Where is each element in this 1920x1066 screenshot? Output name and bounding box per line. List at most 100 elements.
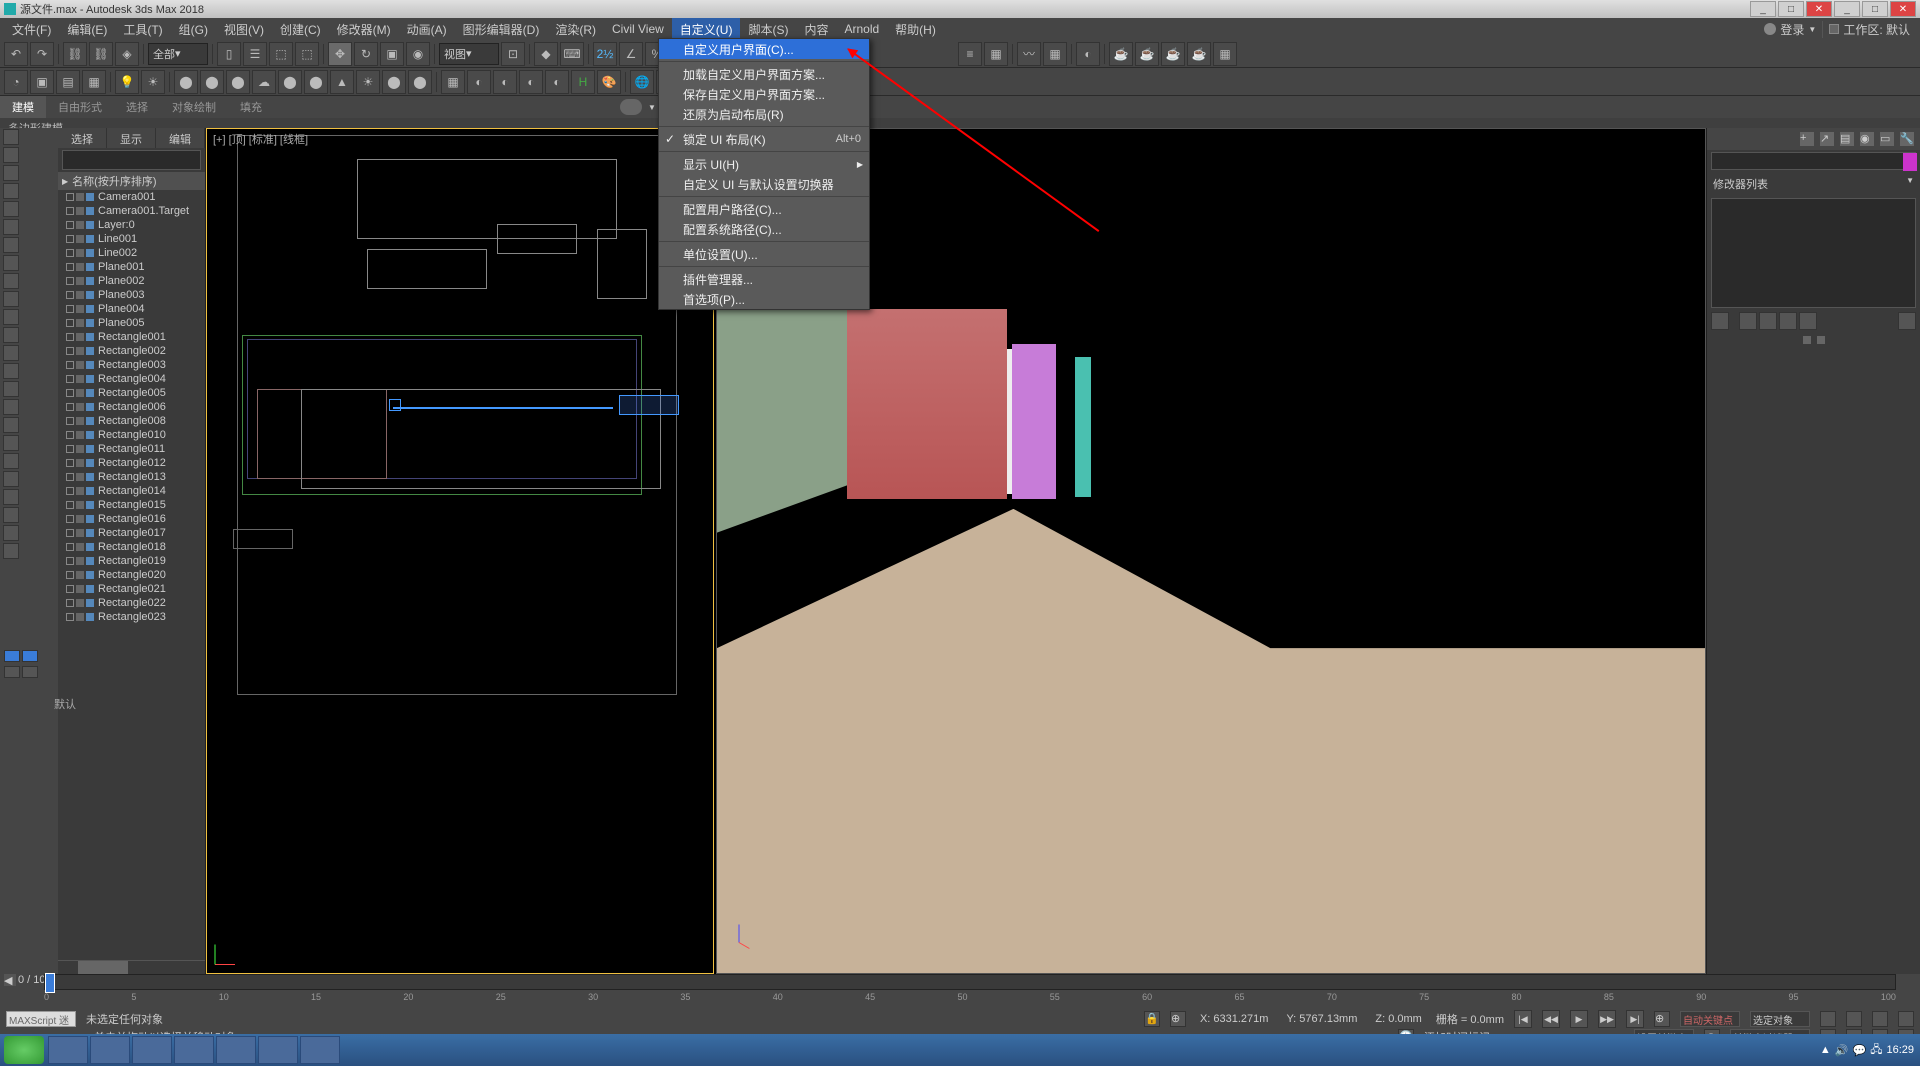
scene-item[interactable]: Rectangle020 bbox=[58, 568, 205, 582]
scene-item[interactable]: Plane001 bbox=[58, 260, 205, 274]
left-tool-button[interactable] bbox=[3, 147, 19, 163]
left-tool-button[interactable] bbox=[3, 471, 19, 487]
left-tool-button[interactable] bbox=[3, 165, 19, 181]
scene-item[interactable]: Line001 bbox=[58, 232, 205, 246]
scene-hscroll[interactable] bbox=[58, 960, 205, 974]
left-tool-button[interactable] bbox=[3, 525, 19, 541]
menu-item[interactable]: Arnold bbox=[836, 18, 887, 40]
lock-icon[interactable]: 🔒 bbox=[1144, 1011, 1160, 1027]
login-button[interactable]: 登录 ▼ bbox=[1758, 21, 1822, 38]
menu-item[interactable]: 自定义(U) bbox=[672, 18, 741, 40]
geo10[interactable]: ⬤ bbox=[408, 70, 432, 94]
taskbar-app[interactable] bbox=[174, 1036, 214, 1064]
mat1[interactable]: ▦ bbox=[441, 70, 465, 94]
left-tool-button[interactable] bbox=[3, 363, 19, 379]
scene-item[interactable]: Rectangle004 bbox=[58, 372, 205, 386]
frame-back-button[interactable]: ◀ bbox=[4, 974, 16, 986]
tray-icon[interactable]: 🔊 bbox=[1835, 1044, 1849, 1057]
config-icon[interactable] bbox=[1799, 312, 1817, 330]
menu-item[interactable]: 视图(V) bbox=[216, 18, 272, 40]
scene-item[interactable]: Rectangle017 bbox=[58, 526, 205, 540]
left-tool-button[interactable] bbox=[3, 381, 19, 397]
scene-item[interactable]: Rectangle012 bbox=[58, 456, 205, 470]
taskbar-app[interactable] bbox=[90, 1036, 130, 1064]
left-tool-button[interactable] bbox=[3, 345, 19, 361]
dropdown-item[interactable]: 加载自定义用户界面方案... bbox=[659, 64, 869, 84]
dropdown-item[interactable]: 插件管理器... bbox=[659, 269, 869, 289]
dropdown-item[interactable]: 首选项(P)... bbox=[659, 289, 869, 309]
viewport-layout-mini[interactable] bbox=[4, 650, 42, 680]
scene-item[interactable]: Rectangle021 bbox=[58, 582, 205, 596]
dropdown-item[interactable]: 显示 UI(H)▶ bbox=[659, 154, 869, 174]
workspace-selector[interactable]: 工作区: 默认 bbox=[1822, 21, 1916, 38]
scene-item[interactable]: Plane003 bbox=[58, 288, 205, 302]
link-button[interactable]: ⛓ bbox=[63, 42, 87, 66]
scene-item[interactable]: Plane002 bbox=[58, 274, 205, 288]
taskbar-app[interactable] bbox=[132, 1036, 172, 1064]
brush2[interactable]: ▣ bbox=[30, 70, 54, 94]
geo9[interactable]: ⬤ bbox=[382, 70, 406, 94]
scene-item[interactable]: Line002 bbox=[58, 246, 205, 260]
scene-item[interactable]: Camera001 bbox=[58, 190, 205, 204]
selected-obj-dropdown[interactable]: 选定对象 bbox=[1750, 1011, 1810, 1027]
window-crossing-button[interactable]: ⬚ bbox=[295, 42, 319, 66]
left-tool-button[interactable] bbox=[3, 219, 19, 235]
mat6[interactable]: H bbox=[571, 70, 595, 94]
select-name-button[interactable]: ☰ bbox=[243, 42, 267, 66]
scene-item[interactable]: Camera001.Target bbox=[58, 204, 205, 218]
time-slider[interactable] bbox=[44, 974, 1896, 990]
dropdown-item[interactable]: 还原为启动布局(R) bbox=[659, 104, 869, 124]
motion-tab-icon[interactable]: ◉ bbox=[1860, 132, 1874, 146]
menu-item[interactable]: 内容 bbox=[796, 18, 836, 40]
goto-end-button[interactable]: ▶| bbox=[1626, 1010, 1644, 1028]
scene-item[interactable]: Rectangle006 bbox=[58, 400, 205, 414]
nav-button2[interactable] bbox=[1846, 1011, 1862, 1027]
viewport-label[interactable]: [+] [顶] [标准] [线框] bbox=[213, 131, 308, 147]
render-setup-button[interactable]: ☕ bbox=[1109, 42, 1133, 66]
modifier-list-dropdown[interactable]: 修改器列表▼ bbox=[1707, 172, 1920, 196]
schematic-button[interactable]: ▦ bbox=[1043, 42, 1067, 66]
left-tool-button[interactable] bbox=[3, 327, 19, 343]
unlink-button[interactable]: ⛓ bbox=[89, 42, 113, 66]
brush3[interactable]: ▤ bbox=[56, 70, 80, 94]
minimize-button-2[interactable]: _ bbox=[1834, 1, 1860, 17]
align-button[interactable]: ≡ bbox=[958, 42, 982, 66]
start-button[interactable] bbox=[4, 1036, 44, 1064]
menu-item[interactable]: 动画(A) bbox=[399, 18, 455, 40]
left-tool-button[interactable] bbox=[3, 399, 19, 415]
menu-item[interactable]: 组(G) bbox=[171, 18, 216, 40]
handle-icon[interactable] bbox=[1817, 336, 1825, 344]
nav-button3[interactable] bbox=[1872, 1011, 1888, 1027]
dropdown-item[interactable]: 自定义 UI 与默认设置切换器 bbox=[659, 174, 869, 194]
object-name-input[interactable] bbox=[1711, 152, 1916, 170]
light1[interactable]: 💡 bbox=[115, 70, 139, 94]
menu-item[interactable]: 创建(C) bbox=[272, 18, 329, 40]
create-tab-icon[interactable]: + bbox=[1800, 132, 1814, 146]
key-mode-button[interactable]: ⊕ bbox=[1654, 1011, 1670, 1027]
dropdown-item[interactable]: 配置系统路径(C)... bbox=[659, 219, 869, 239]
left-tool-button[interactable] bbox=[3, 489, 19, 505]
geo3[interactable]: ⬤ bbox=[226, 70, 250, 94]
scene-item[interactable]: Rectangle018 bbox=[58, 540, 205, 554]
menu-item[interactable]: 脚本(S) bbox=[740, 18, 796, 40]
render-button[interactable]: ☕ bbox=[1161, 42, 1185, 66]
toggle-switch[interactable] bbox=[620, 99, 642, 115]
restore-button-2[interactable]: □ bbox=[1862, 1, 1888, 17]
maxscript-listener[interactable]: MAXScript 迷 bbox=[6, 1011, 76, 1027]
minimize-button[interactable]: _ bbox=[1750, 1, 1776, 17]
scene-item[interactable]: Rectangle023 bbox=[58, 610, 205, 624]
xyz-icon[interactable]: ⊕ bbox=[1170, 1011, 1186, 1027]
mat5[interactable]: ◐ bbox=[545, 70, 569, 94]
make-unique-icon[interactable] bbox=[1759, 312, 1777, 330]
snap-toggle[interactable]: 2½ bbox=[593, 42, 617, 66]
filter-dropdown[interactable]: 全部 ▾ bbox=[148, 43, 208, 65]
time-marker[interactable] bbox=[45, 973, 55, 993]
left-tool-button[interactable] bbox=[3, 183, 19, 199]
layer-button[interactable]: ▦ bbox=[984, 42, 1008, 66]
scene-item[interactable]: Rectangle002 bbox=[58, 344, 205, 358]
scale-button[interactable]: ▣ bbox=[380, 42, 404, 66]
scene-item[interactable]: Rectangle019 bbox=[58, 554, 205, 568]
nav-button1[interactable] bbox=[1820, 1011, 1836, 1027]
geo5[interactable]: ⬤ bbox=[278, 70, 302, 94]
render-prod-button[interactable]: ☕ bbox=[1187, 42, 1211, 66]
